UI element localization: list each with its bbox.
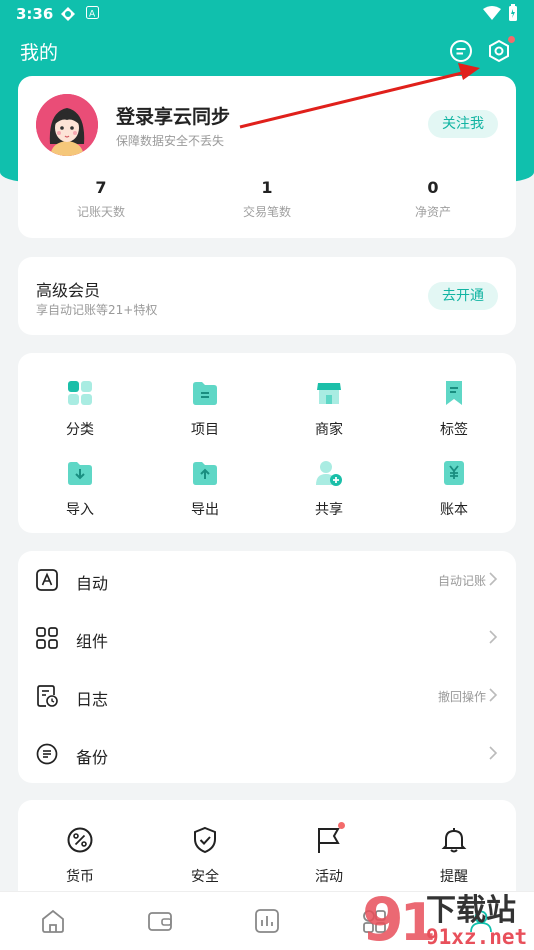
tool-item-security[interactable]: 安全 (160, 826, 250, 886)
flag-icon (318, 828, 340, 853)
chevron-right-icon (489, 688, 498, 702)
tool-label: 安全 (191, 869, 219, 885)
status-time: 3:36 (16, 5, 54, 23)
list-item-log[interactable]: 日志 撤回操作 (18, 667, 516, 725)
list-label: 自动 (76, 574, 109, 593)
watermark-title: 下载站 (426, 893, 516, 928)
export-icon (193, 462, 217, 485)
tool-item-reminder[interactable]: 提醒 (409, 826, 499, 886)
stat-label: 记账天数 (76, 205, 125, 219)
profile-card: 登录享云同步 保障数据安全不丢失 关注我 7 记账天数 1 交易笔数 0 净资产 (18, 76, 516, 238)
tool-label: 货币 (66, 869, 94, 885)
tag-icon (446, 381, 462, 405)
import-icon (68, 462, 92, 485)
stat-transactions[interactable]: 1 交易笔数 (212, 178, 322, 220)
grid-item-export[interactable]: 导出 (160, 459, 250, 519)
store-icon (317, 383, 341, 404)
tool-item-currency[interactable]: 货币 (35, 826, 125, 886)
grid-label: 导入 (66, 502, 94, 518)
chevron-right-icon (489, 572, 498, 586)
chevron-right-icon (489, 630, 498, 644)
stat-label: 净资产 (414, 205, 451, 219)
feature-grid: 分类 项目 商家 标签 导入 导出 共享 账本 (18, 353, 516, 533)
watermark-url: 91xz.net (426, 925, 527, 948)
currency-icon (67, 827, 93, 853)
share-user-icon (316, 461, 342, 486)
grid-item-project[interactable]: 项目 (160, 379, 250, 439)
list-item-auto[interactable]: 自动 自动记账 (18, 551, 516, 609)
backup-icon (36, 743, 58, 765)
tool-item-activity[interactable]: 活动 (284, 826, 374, 886)
grid-label: 项目 (191, 422, 219, 438)
auto-icon (36, 569, 58, 591)
security-shield-icon (194, 826, 216, 854)
list-label: 备份 (76, 748, 109, 767)
activity-badge-dot (338, 822, 345, 829)
vip-title: 高级会员 (36, 281, 101, 300)
watermark-logo: 9 1 下载站 91xz.net (362, 886, 527, 948)
page-title: 我的 (20, 42, 59, 64)
wallet-icon[interactable] (147, 908, 173, 934)
ledger-icon (444, 461, 464, 485)
grid-item-category[interactable]: 分类 (35, 379, 125, 439)
avatar[interactable] (36, 94, 98, 156)
tool-label: 活动 (315, 869, 343, 885)
category-icon (68, 381, 92, 405)
list-item-widget[interactable]: 组件 (18, 609, 516, 667)
grid-item-ledger[interactable]: 账本 (409, 459, 499, 519)
follow-button[interactable]: 关注我 (428, 110, 498, 138)
grid-label: 分类 (66, 422, 94, 438)
grid-label: 导出 (191, 502, 219, 518)
login-sync-title[interactable]: 登录享云同步 (116, 102, 230, 129)
stat-net-assets[interactable]: 0 净资产 (378, 178, 488, 220)
grid-item-import[interactable]: 导入 (35, 459, 125, 519)
grid-label: 标签 (440, 422, 468, 438)
stat-value: 0 (427, 178, 439, 197)
list-hint: 撤回操作 (437, 690, 486, 704)
list-label: 组件 (76, 632, 109, 651)
message-icon[interactable] (448, 38, 474, 64)
bell-icon (441, 828, 467, 853)
grid-item-share[interactable]: 共享 (284, 459, 374, 519)
grid-item-merchant[interactable]: 商家 (284, 379, 374, 439)
stat-value: 7 (95, 178, 107, 197)
settings-list: 自动 自动记账 组件 日志 撤回操作 备份 (18, 551, 516, 783)
list-hint: 自动记账 (437, 574, 486, 588)
stats-chart-icon[interactable] (254, 908, 280, 934)
stat-label: 交易笔数 (242, 205, 291, 219)
stat-value: 1 (261, 178, 273, 197)
notification-a-icon: A (86, 6, 99, 19)
login-sync-subtitle: 保障数据安全不丢失 (116, 134, 225, 148)
vip-card[interactable]: 高级会员 享自动记账等21+特权 去开通 (18, 257, 516, 335)
vip-subtitle: 享自动记账等21+特权 (36, 303, 158, 317)
log-icon (37, 685, 58, 707)
chevron-right-icon (489, 746, 498, 760)
watermark-number: 9 (362, 886, 404, 948)
avatar-girl-icon (36, 94, 98, 156)
settings-badge-dot (508, 36, 515, 43)
grid-label: 共享 (315, 502, 343, 518)
battery-icon (509, 4, 517, 21)
grid-label: 商家 (315, 422, 343, 438)
status-bar: 3:36 A (0, 0, 534, 28)
tool-label: 提醒 (440, 869, 468, 885)
list-item-backup[interactable]: 备份 (18, 725, 516, 783)
open-vip-button[interactable]: 去开通 (428, 282, 498, 310)
list-label: 日志 (76, 690, 109, 709)
home-icon[interactable] (40, 908, 66, 934)
folder-icon (193, 382, 217, 405)
grid-label: 账本 (440, 502, 468, 518)
sync-app-icon (61, 7, 75, 21)
widget-icon (36, 627, 58, 649)
stat-record-days[interactable]: 7 记账天数 (46, 178, 156, 220)
grid-item-tag[interactable]: 标签 (409, 379, 499, 439)
svg-text:A: A (89, 10, 96, 20)
wifi-icon (483, 6, 501, 20)
